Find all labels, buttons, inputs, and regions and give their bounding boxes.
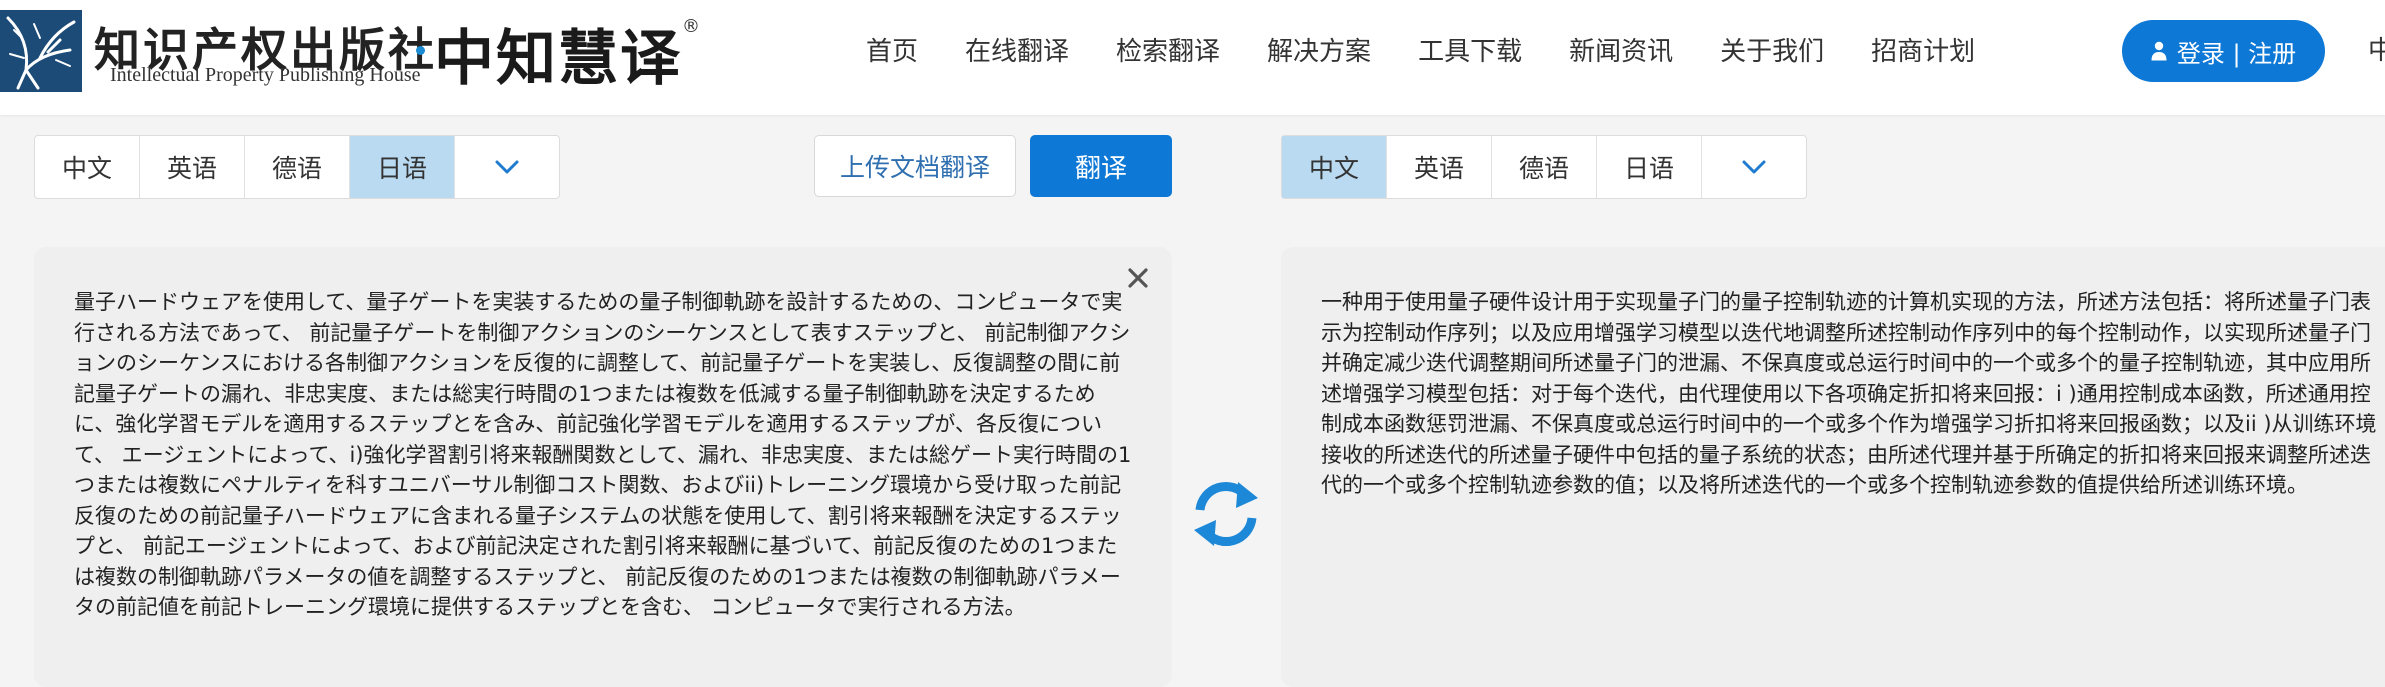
source-lang-japanese[interactable]: 日语 xyxy=(350,136,455,198)
product-name[interactable]: 中知慧译 xyxy=(434,10,682,97)
source-lang-dropdown[interactable] xyxy=(455,136,559,198)
chevron-down-icon xyxy=(1742,160,1766,174)
registered-mark: ® xyxy=(682,16,700,37)
login-register-label: 登录 | 注册 xyxy=(2176,39,2297,68)
publisher-logo-icon[interactable] xyxy=(0,10,82,92)
nav-item-home[interactable]: 首页 xyxy=(866,34,918,70)
main-nav: 首页 在线翻译 检索翻译 解决方案 工具下载 新闻资讯 关于我们 招商计划 xyxy=(866,34,2022,70)
nav-item-tool-download[interactable]: 工具下载 xyxy=(1418,34,1522,70)
upload-document-button[interactable]: 上传文档翻译 xyxy=(814,135,1016,197)
target-lang-english[interactable]: 英语 xyxy=(1387,136,1492,198)
source-lang-chinese[interactable]: 中文 xyxy=(35,136,140,198)
translate-button[interactable]: 翻译 xyxy=(1030,135,1172,197)
target-lang-japanese[interactable]: 日语 xyxy=(1597,136,1702,198)
top-header: 知识产权出版社 Intellectual Property Publishing… xyxy=(0,0,2385,115)
site-language-switch[interactable]: 中 xyxy=(2368,30,2385,67)
nav-item-about-us[interactable]: 关于我们 xyxy=(1720,34,1824,70)
target-lang-german[interactable]: 德语 xyxy=(1492,136,1597,198)
nav-item-business-plan[interactable]: 招商计划 xyxy=(1871,34,1975,70)
target-lang-dropdown[interactable] xyxy=(1702,136,1806,198)
brand-separator-dot xyxy=(416,46,425,55)
user-icon xyxy=(2151,41,2167,61)
source-text-input[interactable]: 量子ハードウェアを使用して、量子ゲートを実装するための量子制御軌跡を設計するため… xyxy=(74,287,1134,623)
target-text-panel: 一种用于使用量子硬件设计用于实现量子门的量子控制轨迹的计算机实现的方法，所述方法… xyxy=(1281,247,2385,687)
source-lang-english[interactable]: 英语 xyxy=(140,136,245,198)
source-lang-german[interactable]: 德语 xyxy=(245,136,350,198)
nav-item-solutions[interactable]: 解决方案 xyxy=(1267,34,1371,70)
nav-item-news[interactable]: 新闻资讯 xyxy=(1569,34,1673,70)
nav-item-search-translate[interactable]: 检索翻译 xyxy=(1116,34,1220,70)
swap-languages-icon[interactable] xyxy=(1186,474,1266,554)
target-lang-chinese[interactable]: 中文 xyxy=(1282,136,1387,198)
close-icon[interactable] xyxy=(1124,264,1152,292)
translation-output: 一种用于使用量子硬件设计用于实现量子门的量子控制轨迹的计算机实现的方法，所述方法… xyxy=(1321,290,2377,497)
chevron-down-icon xyxy=(495,160,519,174)
login-register-button[interactable]: 登录 | 注册 xyxy=(2122,20,2325,82)
publisher-name-en: Intellectual Property Publishing House xyxy=(110,64,421,86)
nav-item-online-translate[interactable]: 在线翻译 xyxy=(965,34,1069,70)
target-language-bar: 中文 英语 德语 日语 xyxy=(1281,135,1807,199)
source-text-panel[interactable]: 量子ハードウェアを使用して、量子ゲートを実装するための量子制御軌跡を設計するため… xyxy=(34,247,1172,687)
source-language-bar: 中文 英语 德语 日语 xyxy=(34,135,560,199)
